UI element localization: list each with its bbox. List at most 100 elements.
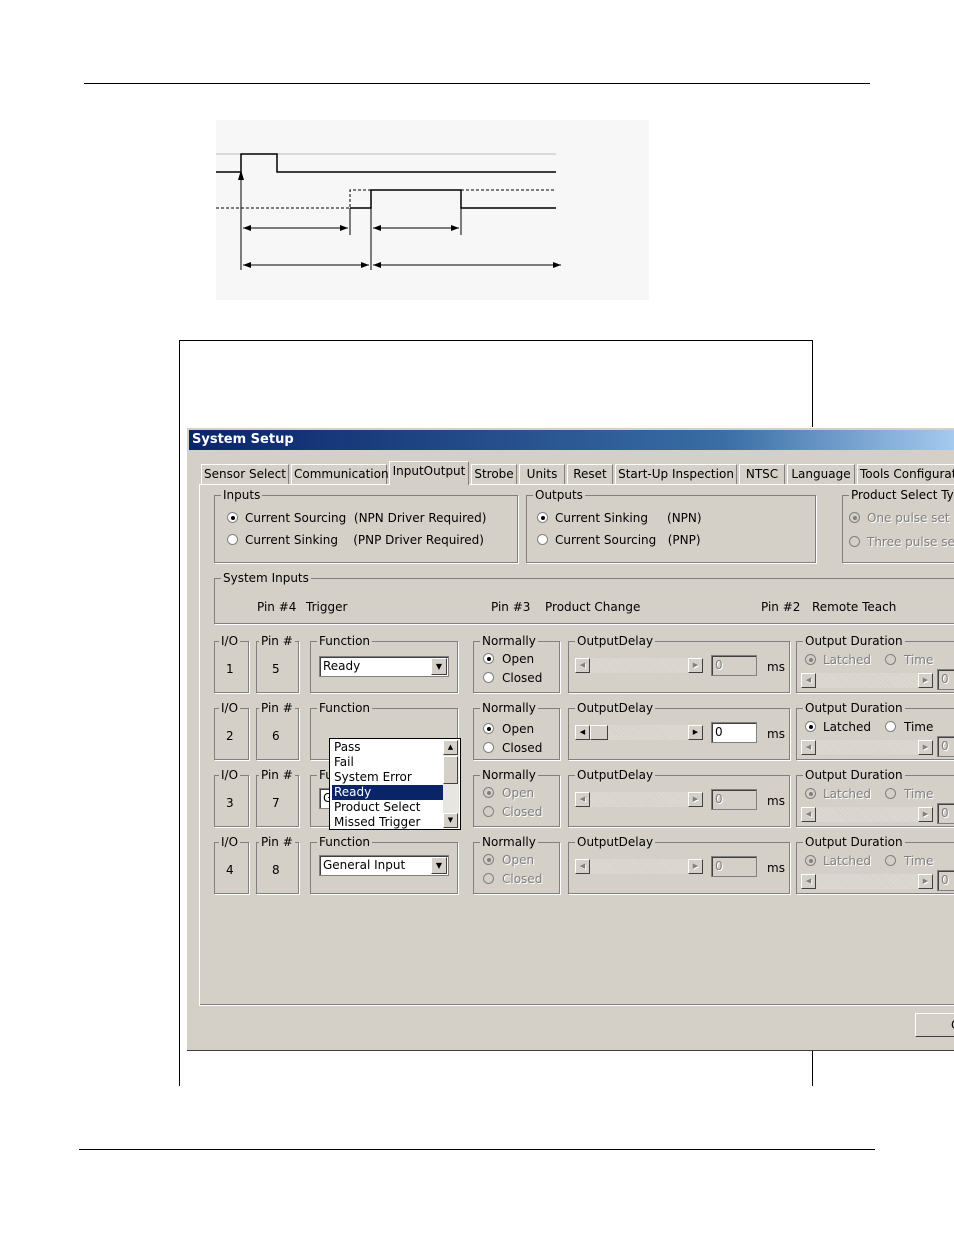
tab-language[interactable]: Language — [787, 464, 855, 484]
footer-rule — [79, 1149, 875, 1150]
function-legend: Function — [317, 701, 373, 715]
scroll-left-icon[interactable]: ◀ — [575, 792, 590, 807]
function-dropdown-list[interactable]: Pass Fail System Error Ready Product Sel… — [329, 738, 461, 830]
input-sinking-radio[interactable] — [227, 534, 238, 545]
scroll-right-icon[interactable]: ▶ — [688, 859, 703, 874]
scroll-right-icon[interactable]: ▶ — [918, 673, 933, 688]
scroll-right-icon[interactable]: ▶ — [688, 658, 703, 673]
scroll-thumb[interactable] — [443, 756, 458, 784]
scroll-left-icon[interactable]: ◀ — [575, 658, 590, 673]
scroll-left-icon[interactable]: ◀ — [575, 859, 590, 874]
dropdown-option[interactable]: Pass — [332, 740, 444, 755]
normally-closed-radio[interactable] — [483, 742, 494, 753]
output-delay-legend: OutputDelay — [575, 634, 656, 648]
output-delay-input[interactable]: 0 — [711, 789, 757, 810]
scroll-right-icon[interactable]: ▶ — [918, 807, 933, 822]
product-select-legend: Product Select Typ — [849, 488, 954, 502]
dropdown-scrollbar[interactable]: ▲ ▼ — [443, 740, 459, 828]
pin-legend: Pin # — [259, 634, 295, 648]
output-delay-input[interactable]: 0 — [711, 722, 757, 743]
system-input-name: Remote Teach — [812, 600, 897, 614]
dropdown-option[interactable]: System Error — [332, 770, 444, 785]
scroll-left-icon[interactable]: ◀ — [801, 740, 816, 755]
latched-radio[interactable] — [805, 788, 816, 799]
scroll-left-icon[interactable]: ◀ — [575, 725, 590, 740]
chevron-down-icon[interactable]: ▼ — [431, 658, 447, 675]
scroll-right-icon[interactable]: ▶ — [688, 792, 703, 807]
latched-radio[interactable] — [805, 855, 816, 866]
output-delay-slider[interactable]: ◀ ▶ — [575, 658, 703, 673]
one-pulse-radio[interactable] — [849, 512, 860, 523]
input-sourcing-radio[interactable] — [227, 512, 238, 523]
latched-radio[interactable] — [805, 721, 816, 732]
output-duration-slider[interactable]: ◀ ▶ — [801, 740, 933, 755]
output-delay-group: OutputDelay ◀ ▶ 0 ms — [568, 835, 790, 894]
dropdown-option[interactable]: Product Select — [332, 800, 444, 815]
time-radio[interactable] — [885, 788, 896, 799]
tab-units[interactable]: Units — [519, 464, 565, 484]
output-duration-slider[interactable]: ◀ ▶ — [801, 874, 933, 889]
scroll-up-icon[interactable]: ▲ — [443, 740, 458, 755]
normally-group: Normally Open Closed — [473, 701, 560, 760]
time-radio[interactable] — [885, 855, 896, 866]
output-duration-legend: Output Duration — [803, 634, 905, 648]
output-delay-group: OutputDelay ◀ ▶ 0 ms — [568, 768, 790, 827]
dropdown-option[interactable]: Fail — [332, 755, 444, 770]
function-select[interactable]: General Input ▼ — [319, 855, 449, 876]
scroll-left-icon[interactable]: ◀ — [801, 673, 816, 688]
output-sourcing-radio[interactable] — [537, 534, 548, 545]
tab-ntsc[interactable]: NTSC — [739, 464, 785, 484]
dropdown-option[interactable]: Missed Trigger — [332, 815, 444, 830]
normally-open-radio[interactable] — [483, 653, 494, 664]
output-delay-value: 0 — [715, 859, 723, 873]
tab-strobe[interactable]: Strobe — [471, 464, 517, 484]
normally-group: Normally Open Closed — [473, 768, 560, 827]
tab-reset[interactable]: Reset — [567, 464, 613, 484]
dropdown-option-selected[interactable]: Ready — [332, 785, 444, 800]
normally-closed-label: Closed — [502, 741, 543, 755]
pin-group: Pin # 6 — [256, 701, 299, 760]
tab-communication[interactable]: Communication — [291, 464, 389, 484]
ok-button[interactable]: O — [915, 1013, 954, 1037]
normally-open-radio[interactable] — [483, 854, 494, 865]
output-delay-slider[interactable]: ◀ ▶ — [575, 859, 703, 874]
scroll-down-icon[interactable]: ▼ — [443, 813, 458, 828]
tab-tools-configuration[interactable]: Tools Configurat — [857, 464, 954, 484]
pin-legend: Pin # — [259, 701, 295, 715]
normally-closed-radio[interactable] — [483, 672, 494, 683]
output-delay-input[interactable]: 0 — [711, 655, 757, 676]
output-duration-input[interactable]: 0 — [937, 669, 954, 690]
normally-closed-radio[interactable] — [483, 873, 494, 884]
three-pulse-radio[interactable] — [849, 536, 860, 547]
scroll-left-icon[interactable]: ◀ — [801, 874, 816, 889]
output-duration-input[interactable]: 0 — [937, 803, 954, 824]
output-duration-slider[interactable]: ◀ ▶ — [801, 673, 933, 688]
scroll-right-icon[interactable]: ▶ — [918, 874, 933, 889]
output-delay-slider[interactable]: ◀ ▶ — [575, 725, 703, 740]
function-select[interactable]: Ready ▼ — [319, 656, 449, 677]
output-sinking-radio[interactable] — [537, 512, 548, 523]
scroll-right-icon[interactable]: ▶ — [918, 740, 933, 755]
output-duration-input[interactable]: 0 — [937, 870, 954, 891]
time-radio[interactable] — [885, 654, 896, 665]
output-delay-slider[interactable]: ◀ ▶ — [575, 792, 703, 807]
output-duration-legend: Output Duration — [803, 701, 905, 715]
normally-closed-radio[interactable] — [483, 806, 494, 817]
io-number: 1 — [226, 662, 234, 676]
time-radio[interactable] — [885, 721, 896, 732]
scroll-right-icon[interactable]: ▶ — [688, 725, 703, 740]
normally-open-radio[interactable] — [483, 787, 494, 798]
outputs-legend: Outputs — [533, 488, 585, 502]
latched-radio[interactable] — [805, 654, 816, 665]
scroll-left-icon[interactable]: ◀ — [801, 807, 816, 822]
output-delay-input[interactable]: 0 — [711, 856, 757, 877]
tab-startup-inspection[interactable]: Start-Up Inspection — [615, 464, 737, 484]
time-label: Time — [904, 854, 934, 868]
tab-inputoutput[interactable]: InputOutput — [389, 461, 469, 485]
normally-open-radio[interactable] — [483, 723, 494, 734]
output-duration-input[interactable]: 0 — [937, 736, 954, 757]
chevron-down-icon[interactable]: ▼ — [431, 857, 447, 874]
slider-thumb[interactable] — [590, 725, 608, 740]
tab-sensor-select[interactable]: Sensor Select — [201, 464, 289, 484]
output-duration-slider[interactable]: ◀ ▶ — [801, 807, 933, 822]
